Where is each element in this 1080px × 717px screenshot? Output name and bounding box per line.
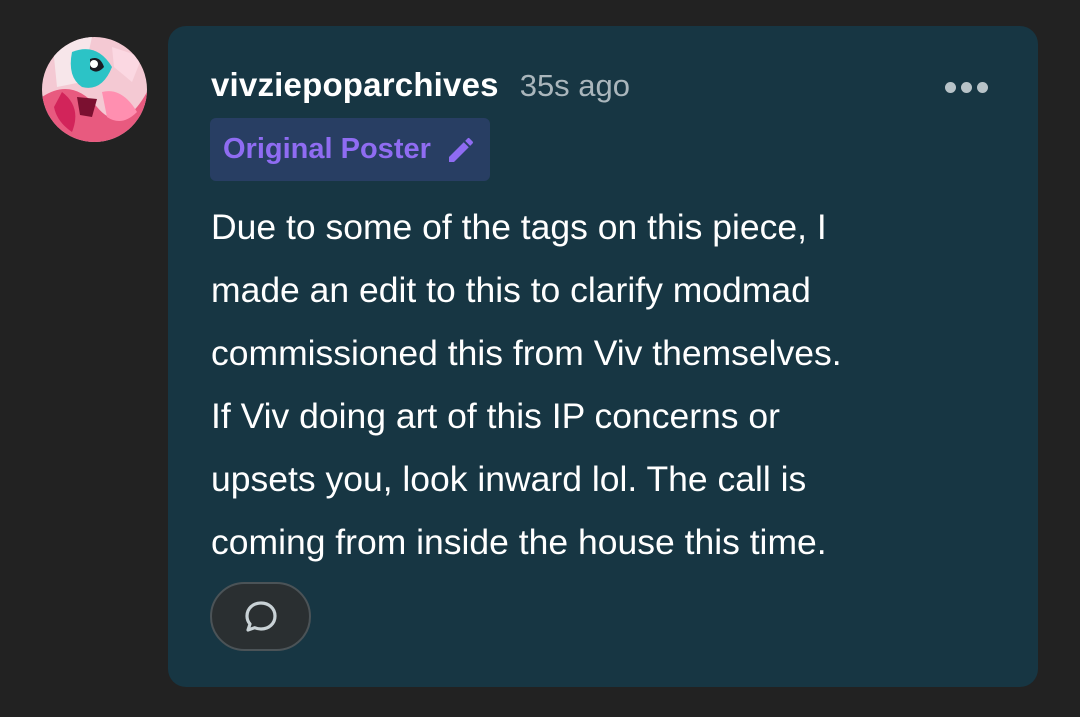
comment-body-line: made an edit to this to clarify modmad: [211, 270, 811, 310]
speech-bubble-icon: [244, 600, 277, 632]
comment-header: vivziepoparchives 35s ago: [211, 66, 630, 104]
reply-button[interactable]: [210, 582, 311, 651]
badge-label: Original Poster: [223, 133, 431, 165]
pencil-icon: [448, 137, 473, 162]
more-options-button[interactable]: [945, 82, 988, 93]
comment-thread: vivziepoparchives 35s ago Original Poste…: [0, 0, 1080, 717]
original-poster-badge: Original Poster: [210, 118, 490, 181]
comment-body-line: Due to some of the tags on this piece, I: [211, 207, 827, 247]
comment-card: vivziepoparchives 35s ago Original Poste…: [168, 26, 1038, 687]
timestamp: 35s ago: [519, 68, 631, 103]
comment-body-line: upsets you, look inward lol. The call is: [211, 459, 807, 499]
avatar[interactable]: [42, 37, 147, 142]
avatar-image: [42, 37, 147, 142]
comment-body-line: If Viv doing art of this IP concerns or: [211, 396, 780, 436]
comment-body: Due to some of the tags on this piece, I…: [211, 196, 1011, 574]
username[interactable]: vivziepoparchives: [211, 66, 499, 104]
comment-body-line: commissioned this from Viv themselves.: [211, 333, 842, 373]
ellipsis-icon: [945, 82, 956, 93]
comment-body-line: coming from inside the house this time.: [211, 522, 827, 562]
